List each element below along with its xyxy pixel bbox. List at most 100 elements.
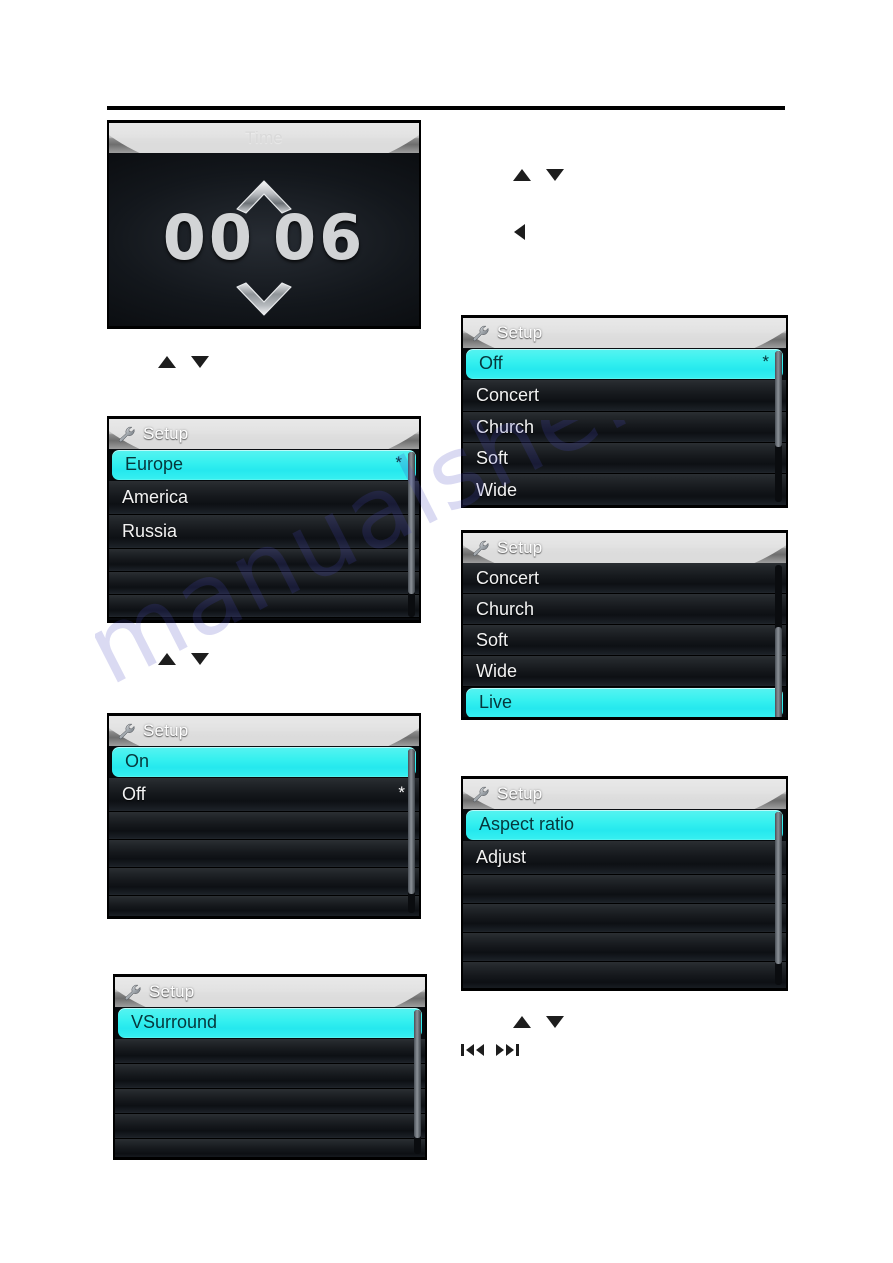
menu-item-vsurround[interactable]: VSurround (118, 1008, 422, 1038)
region-panel-title: Setup (143, 424, 189, 443)
menu-item-aspect-ratio[interactable]: Aspect ratio (466, 810, 783, 840)
menu-item-church[interactable]: Church (463, 594, 786, 625)
video-panel-title: Setup (497, 784, 543, 803)
menu-item-russia[interactable]: Russia (109, 515, 419, 549)
region-setup-screen: Setup Europe * America Russia (107, 416, 421, 623)
wrench-icon (472, 786, 489, 802)
wrench-icon (124, 984, 141, 1000)
menu-item-empty[interactable] (115, 1064, 425, 1089)
menu-item-on[interactable]: On (112, 747, 416, 777)
onoff-menu-list: On Off * (109, 747, 419, 916)
menu-item-empty[interactable] (109, 549, 419, 572)
time-minutes[interactable]: 06 (273, 201, 365, 274)
menu-item-empty[interactable] (109, 840, 419, 868)
triangle-down-icon[interactable] (190, 355, 210, 369)
menu-item-empty[interactable] (109, 896, 419, 916)
time-panel-body: 00 06 (109, 153, 419, 326)
menu-item-empty[interactable] (463, 904, 786, 933)
triangle-up-icon[interactable] (512, 1015, 532, 1029)
menu-item-empty[interactable] (463, 875, 786, 904)
menu-item-empty[interactable] (463, 933, 786, 962)
menu-item-label: Europe (125, 454, 184, 474)
scrollbar-thumb[interactable] (775, 351, 782, 447)
equalizer-setup-screen-bottom: Setup Concert Church Soft Wide Live (461, 530, 788, 720)
menu-item-label: On (125, 751, 150, 771)
region-panel-titlebar: Setup (109, 419, 419, 449)
time-hours[interactable]: 00 (163, 201, 255, 274)
time-setting-screen: Time 00 06 (107, 120, 421, 329)
menu-item-label: Wide (476, 660, 518, 681)
triangle-down-icon[interactable] (545, 168, 565, 182)
scrollbar-thumb[interactable] (408, 749, 415, 894)
video-menu-list: Aspect ratio Adjust (463, 810, 786, 988)
onoff-scrollbar[interactable] (408, 749, 415, 913)
eqbottom-scrollbar[interactable] (775, 565, 782, 717)
menu-item-empty[interactable] (109, 572, 419, 595)
menu-item-label: Russia (122, 521, 178, 541)
equalizer-setup-screen-top: Setup Off * Concert Church Soft Wide (461, 315, 788, 508)
menu-item-label: America (122, 487, 189, 507)
menu-item-empty[interactable] (115, 1039, 425, 1064)
menu-item-concert[interactable]: Concert (463, 563, 786, 594)
menu-item-concert[interactable]: Concert (463, 380, 786, 412)
triangle-down-icon[interactable] (190, 652, 210, 666)
skip-previous-icon[interactable] (461, 1043, 486, 1057)
menu-item-soft[interactable]: Soft (463, 625, 786, 656)
triangle-left-icon[interactable] (513, 223, 526, 241)
onoff-panel-title: Setup (143, 721, 189, 740)
scrollbar-thumb[interactable] (408, 452, 415, 594)
triangle-down-icon[interactable] (545, 1015, 565, 1029)
region-scrollbar[interactable] (408, 452, 415, 617)
menu-item-empty[interactable] (109, 812, 419, 840)
triangle-up-icon[interactable] (157, 652, 177, 666)
video-setup-screen: Setup Aspect ratio Adjust (461, 776, 788, 991)
eqtop-menu-list: Off * Concert Church Soft Wide (463, 349, 786, 505)
menu-item-label: Live (479, 692, 513, 712)
menu-item-europe[interactable]: Europe * (112, 450, 416, 480)
menu-item-wide[interactable]: Wide (463, 474, 786, 505)
hint-updown-after-region (157, 652, 210, 666)
menu-item-empty[interactable] (463, 962, 786, 988)
menu-item-label: Wide (476, 479, 518, 500)
menu-item-label: Church (476, 598, 535, 619)
menu-item-wide[interactable]: Wide (463, 656, 786, 687)
skip-next-icon[interactable] (495, 1043, 520, 1057)
menu-item-empty[interactable] (115, 1089, 425, 1114)
menu-item-empty[interactable] (115, 1139, 425, 1157)
menu-item-label: Soft (476, 629, 509, 650)
scrollbar-thumb[interactable] (775, 627, 782, 717)
hint-updown-after-time (157, 355, 210, 369)
region-menu-list: Europe * America Russia (109, 450, 419, 620)
menu-item-empty[interactable] (109, 595, 419, 618)
selected-marker: * (398, 783, 405, 802)
wrench-icon (472, 540, 489, 556)
wrench-icon (118, 723, 135, 739)
menu-item-church[interactable]: Church (463, 412, 786, 443)
menu-item-live[interactable]: Live (466, 688, 783, 717)
vsurround-scrollbar[interactable] (414, 1010, 421, 1154)
vsurround-panel-titlebar: Setup (115, 977, 425, 1007)
scrollbar-thumb[interactable] (414, 1010, 421, 1138)
selected-marker: * (762, 352, 769, 371)
triangle-up-icon[interactable] (157, 355, 177, 369)
scrollbar-thumb[interactable] (775, 812, 782, 964)
header-divider-rule (107, 106, 785, 110)
eqtop-scrollbar[interactable] (775, 351, 782, 502)
video-scrollbar[interactable] (775, 812, 782, 985)
menu-item-america[interactable]: America (109, 481, 419, 515)
hint-updown-right-top (512, 168, 565, 182)
menu-item-off[interactable]: Off * (109, 778, 419, 812)
triangle-up-icon[interactable] (512, 168, 532, 182)
menu-item-label: Concert (476, 385, 540, 405)
menu-item-adjust[interactable]: Adjust (463, 841, 786, 875)
menu-item-label: Off (122, 784, 146, 804)
chevron-down-icon[interactable] (109, 281, 419, 326)
menu-item-empty[interactable] (115, 1114, 425, 1139)
eqbottom-panel-title: Setup (497, 538, 543, 557)
menu-item-soft[interactable]: Soft (463, 443, 786, 474)
onoff-panel-titlebar: Setup (109, 716, 419, 746)
menu-item-empty[interactable] (109, 868, 419, 896)
menu-item-label: Adjust (476, 847, 527, 867)
menu-item-label: Concert (476, 567, 540, 588)
menu-item-off[interactable]: Off * (466, 349, 783, 379)
